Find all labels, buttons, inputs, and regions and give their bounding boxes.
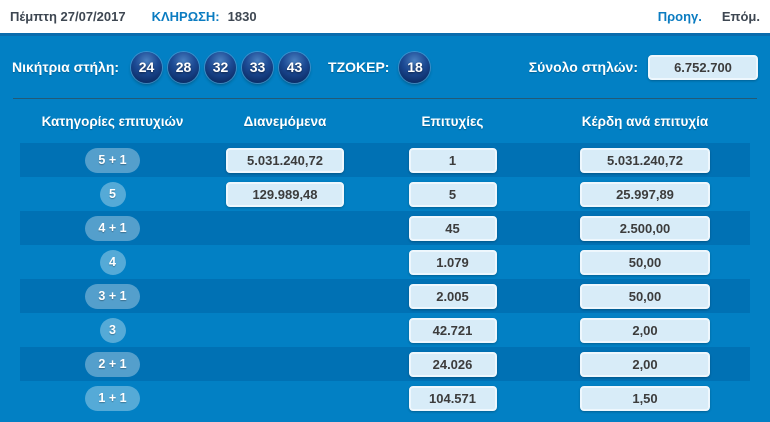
column-header: Κέρδη ανά επιτυχία xyxy=(581,113,709,129)
joker-label: ΤΖΟΚΕΡ: xyxy=(328,59,390,75)
joker-ball: 18 xyxy=(399,51,431,83)
prize-per-winner: 2,00 xyxy=(580,317,710,343)
table-row: 5 + 1 5.031.240,72 1 5.031.240,72 xyxy=(20,143,750,177)
distributed-amount: 5.031.240,72 xyxy=(226,147,344,173)
winning-ball: 24 xyxy=(131,51,163,83)
next-draw-link[interactable]: Επόμ. xyxy=(722,9,760,24)
prize-per-winner: 5.031.240,72 xyxy=(580,147,710,173)
distributed-amount: 129.989,48 xyxy=(226,181,344,207)
column-header: Επιτυχίες xyxy=(421,113,484,129)
table-row: 1 + 1 104.571 1,50 xyxy=(20,381,750,415)
category-badge: 5 + 1 xyxy=(85,147,140,173)
table-row: 5 129.989,48 5 25.997,89 xyxy=(20,177,750,211)
table-row: 4 + 1 45 2.500,00 xyxy=(20,211,750,245)
table-header-row: Κατηγορίες επιτυχιών Διανεμόμενα Επιτυχίες… xyxy=(20,99,750,143)
results-panel: Νικήτρια στήλη: 24 28 32 33 43 ΤΖΟΚΕΡ: 18 Σύ… xyxy=(0,33,770,422)
winning-ball: 28 xyxy=(168,51,200,83)
category-badge: 3 xyxy=(99,317,126,343)
total-columns-label: Σύνολο στηλών: xyxy=(528,59,638,75)
table-row: 3 42.721 2,00 xyxy=(20,313,750,347)
winners-count: 42.721 xyxy=(408,317,497,343)
topbar: Πέμπτη 27/07/2017 ΚΛΗΡΩΣΗ: 1830 Προηγ. Ε… xyxy=(0,0,770,33)
winners-count: 24.026 xyxy=(408,351,497,377)
prize-per-winner: 50,00 xyxy=(580,249,710,275)
column-header: Διανεμόμενα xyxy=(243,113,327,129)
draw-date: Πέμπτη 27/07/2017 xyxy=(10,9,126,24)
prize-per-winner: 1,50 xyxy=(580,385,710,411)
table-row: 4 1.079 50,00 xyxy=(20,245,750,279)
winners-count: 104.571 xyxy=(408,385,497,411)
column-header: Κατηγορίες επιτυχιών xyxy=(41,113,184,129)
winning-ball: 43 xyxy=(279,51,311,83)
results-table: 5 + 1 5.031.240,72 1 5.031.240,72 5 129.989,4… xyxy=(0,143,770,415)
winners-count: 45 xyxy=(408,215,497,241)
draw-label: ΚΛΗΡΩΣΗ: xyxy=(151,9,220,24)
category-badge: 4 + 1 xyxy=(85,215,140,241)
winners-count: 2.005 xyxy=(408,283,497,309)
category-badge: 5 xyxy=(99,181,126,207)
winning-numbers-section: Νικήτρια στήλη: 24 28 32 33 43 ΤΖΟΚΕΡ: 18 Σύ… xyxy=(0,36,770,98)
draw-number: 1830 xyxy=(227,9,257,24)
lottery-results-screen: Πέμπτη 27/07/2017 ΚΛΗΡΩΣΗ: 1830 Προηγ. Ε… xyxy=(0,0,770,422)
category-badge: 3 + 1 xyxy=(85,283,140,309)
category-badge: 1 + 1 xyxy=(85,385,140,411)
prize-per-winner: 50,00 xyxy=(580,283,710,309)
draw-navigation: Προηγ. Επόμ. xyxy=(658,9,760,24)
winning-ball: 32 xyxy=(205,51,237,83)
winners-count: 5 xyxy=(408,181,497,207)
winning-ball: 33 xyxy=(242,51,274,83)
prize-per-winner: 25.997,89 xyxy=(580,181,710,207)
prize-per-winner: 2,00 xyxy=(580,351,710,377)
winning-column-label: Νικήτρια στήλη: xyxy=(12,59,120,75)
winners-count: 1.079 xyxy=(408,249,497,275)
draw-info: Πέμπτη 27/07/2017 ΚΛΗΡΩΣΗ: 1830 xyxy=(10,9,257,24)
table-row: 2 + 1 24.026 2,00 xyxy=(20,347,750,381)
category-badge: 4 xyxy=(99,249,126,275)
winners-count: 1 xyxy=(408,147,497,173)
winning-balls: 24 28 32 33 43 xyxy=(131,51,311,83)
table-row: 3 + 1 2.005 50,00 xyxy=(20,279,750,313)
category-badge: 2 + 1 xyxy=(85,351,140,377)
prize-per-winner: 2.500,00 xyxy=(580,215,710,241)
total-columns-value: 6.752.700 xyxy=(648,54,758,80)
previous-draw-link[interactable]: Προηγ. xyxy=(658,9,702,24)
